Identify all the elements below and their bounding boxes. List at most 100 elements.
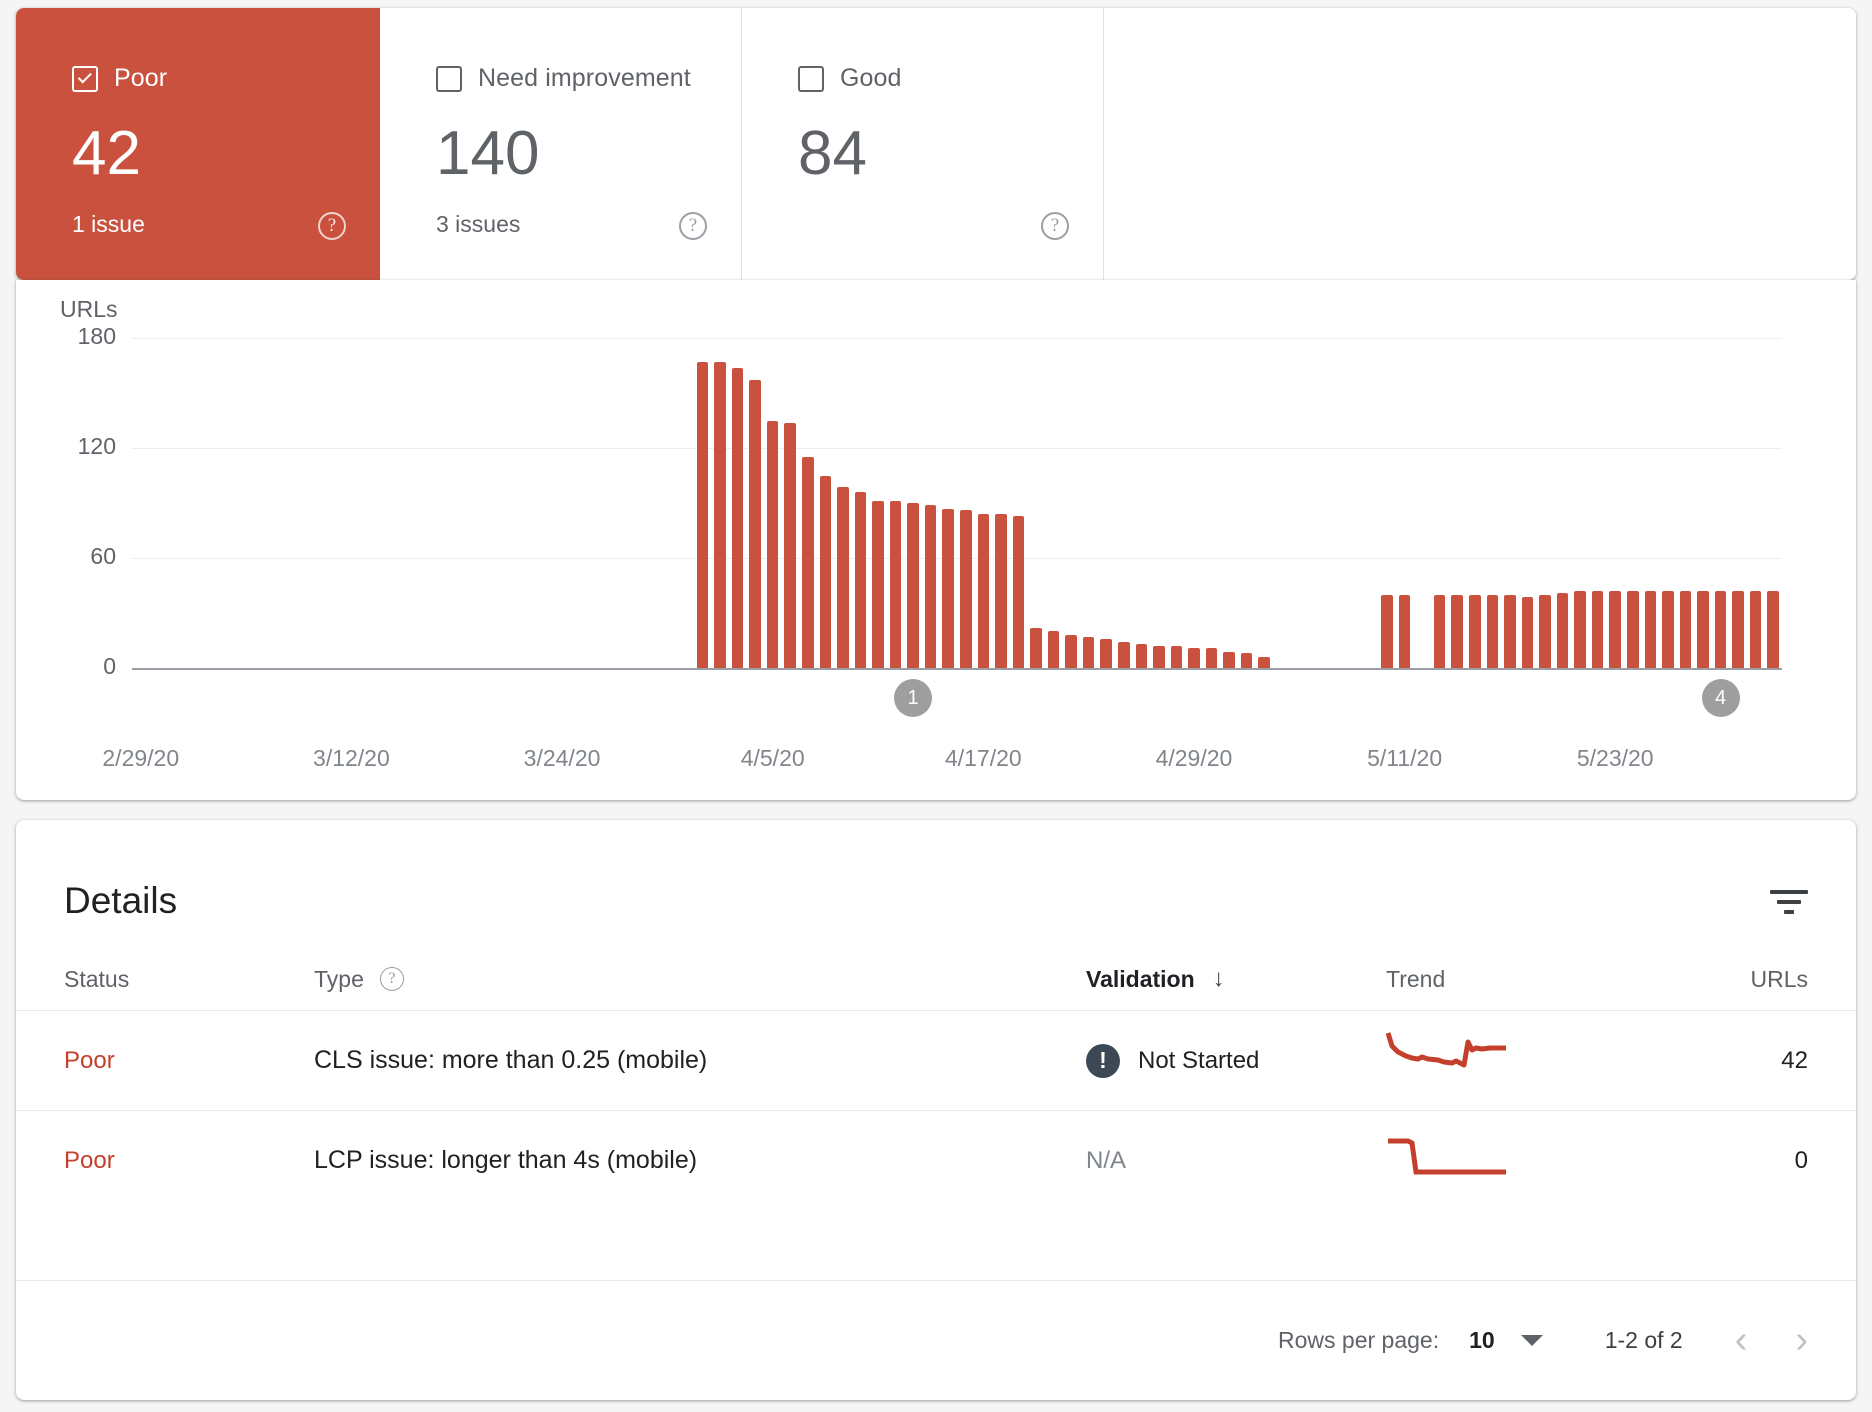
checkbox-good[interactable] <box>798 66 824 92</box>
details-table: Status Type ? Validation ↓ Trend URLs Po… <box>16 948 1856 1210</box>
previous-page-button[interactable]: ‹ <box>1735 1319 1748 1362</box>
chart-bar[interactable] <box>714 362 726 668</box>
chart-bar[interactable] <box>1557 593 1569 668</box>
chart-bar[interactable] <box>1539 595 1551 668</box>
chart-bar[interactable] <box>802 457 814 668</box>
chart-bar[interactable] <box>890 501 902 668</box>
chart-bar[interactable] <box>1627 591 1639 668</box>
chart-baseline <box>132 668 1782 670</box>
chart-y-tick-label: 180 <box>42 323 116 350</box>
chart-bar[interactable] <box>1715 591 1727 668</box>
next-page-button[interactable]: › <box>1795 1319 1808 1362</box>
chart-bar[interactable] <box>1662 591 1674 668</box>
help-icon-need-improvement[interactable]: ? <box>679 212 707 240</box>
column-header-validation[interactable]: Validation ↓ <box>1086 965 1386 993</box>
chart-bar[interactable] <box>1732 591 1744 668</box>
chart-bar[interactable] <box>820 476 832 668</box>
help-icon-type[interactable]: ? <box>380 967 404 991</box>
chart-bar[interactable] <box>960 510 972 668</box>
filter-bar-2 <box>1777 900 1801 904</box>
chart-annotation-badge[interactable]: 1 <box>894 679 932 717</box>
chart-bar[interactable] <box>749 380 761 668</box>
chart-bar[interactable] <box>1504 595 1516 668</box>
chart-bar[interactable] <box>1258 657 1270 668</box>
chart-annotation-badge[interactable]: 4 <box>1702 679 1740 717</box>
chart-bar[interactable] <box>1153 646 1165 668</box>
chart-bar[interactable] <box>1171 646 1183 668</box>
column-header-urls[interactable]: URLs <box>1656 966 1856 993</box>
chart-bar[interactable] <box>1206 648 1218 668</box>
row-status: Poor <box>16 1047 256 1075</box>
chart-gridline <box>132 338 1782 339</box>
chart-y-axis-title: URLs <box>60 296 118 323</box>
chart-bar[interactable] <box>1188 648 1200 668</box>
filter-icon[interactable] <box>1770 890 1808 918</box>
chart-bar[interactable] <box>1574 591 1586 668</box>
chart-bar[interactable] <box>1469 595 1481 668</box>
table-row[interactable]: Poor LCP issue: longer than 4s (mobile) … <box>16 1110 1856 1210</box>
chart-bar[interactable] <box>995 514 1007 668</box>
row-type[interactable]: LCP issue: longer than 4s (mobile) <box>256 1146 1086 1175</box>
chart-bar[interactable] <box>1451 595 1463 668</box>
chart-bar[interactable] <box>1399 595 1411 668</box>
row-type[interactable]: CLS issue: more than 0.25 (mobile) <box>256 1046 1086 1075</box>
chart-bar[interactable] <box>784 423 796 668</box>
summary-card-poor[interactable]: Poor 42 1 issue ? <box>16 8 380 280</box>
table-row[interactable]: Poor CLS issue: more than 0.25 (mobile) … <box>16 1010 1856 1110</box>
chart-bar[interactable] <box>978 514 990 668</box>
column-header-type[interactable]: Type ? <box>256 966 1086 993</box>
chart-bar[interactable] <box>1118 642 1130 668</box>
chart-bar[interactable] <box>1645 591 1657 668</box>
chart-bar[interactable] <box>837 487 849 668</box>
chart-bar[interactable] <box>855 492 867 668</box>
sort-descending-icon: ↓ <box>1213 965 1225 993</box>
chart-bar[interactable] <box>1223 652 1235 668</box>
chart-bar[interactable] <box>1487 595 1499 668</box>
summary-card-poor-header: Poor <box>72 64 380 93</box>
chart-bar[interactable] <box>1030 628 1042 668</box>
pagination-bar: Rows per page: 10 1-2 of 2 ‹ › <box>16 1280 1856 1400</box>
chart-bar[interactable] <box>872 501 884 668</box>
chart-bar[interactable] <box>1750 591 1762 668</box>
chart-bar[interactable] <box>1522 597 1534 668</box>
summary-card-good[interactable]: Good 84 ? <box>742 8 1104 280</box>
table-header-row: Status Type ? Validation ↓ Trend URLs <box>16 948 1856 1010</box>
help-icon-good[interactable]: ? <box>1041 212 1069 240</box>
chart-bar[interactable] <box>1136 644 1148 668</box>
chart-bar[interactable] <box>1048 631 1060 668</box>
chart-x-tick-label: 4/17/20 <box>945 745 1022 772</box>
chart-x-tick-label: 3/12/20 <box>313 745 390 772</box>
urls-over-time-chart[interactable]: URLs 0601201802/29/203/12/203/24/204/5/2… <box>16 280 1856 800</box>
rows-per-page-value[interactable]: 10 <box>1469 1327 1495 1354</box>
chart-bar[interactable] <box>1381 595 1393 668</box>
help-icon-poor[interactable]: ? <box>318 212 346 240</box>
chart-bar[interactable] <box>1083 637 1095 668</box>
chart-bar[interactable] <box>925 505 937 668</box>
column-header-trend[interactable]: Trend <box>1386 966 1656 993</box>
chart-bar[interactable] <box>1680 591 1692 668</box>
summary-card-need-improvement-value: 140 <box>436 123 741 185</box>
chart-bar[interactable] <box>942 509 954 668</box>
summary-card-need-improvement[interactable]: Need improvement 140 3 issues ? <box>380 8 742 280</box>
row-validation-label: N/A <box>1086 1147 1126 1175</box>
chart-bar[interactable] <box>1100 639 1112 668</box>
column-header-status[interactable]: Status <box>16 966 256 993</box>
chart-bar[interactable] <box>1592 591 1604 668</box>
chart-bar[interactable] <box>1013 516 1025 668</box>
chart-bar[interactable] <box>1065 635 1077 668</box>
chart-bar[interactable] <box>697 362 709 668</box>
chart-bar[interactable] <box>732 368 744 668</box>
chart-bar[interactable] <box>1241 653 1253 668</box>
checkbox-need-improvement[interactable] <box>436 66 462 92</box>
chart-bar[interactable] <box>907 503 919 668</box>
chart-bar[interactable] <box>1609 591 1621 668</box>
chart-bar[interactable] <box>1434 595 1446 668</box>
row-validation-label: Not Started <box>1138 1047 1259 1075</box>
checkbox-poor[interactable] <box>72 66 98 92</box>
filter-bar-3 <box>1784 910 1794 914</box>
chart-bar[interactable] <box>767 421 779 668</box>
chart-bar[interactable] <box>1697 591 1709 668</box>
chart-bar[interactable] <box>1767 591 1779 668</box>
chevron-down-icon[interactable] <box>1521 1335 1543 1346</box>
trend-sparkline-cls <box>1386 1028 1556 1088</box>
